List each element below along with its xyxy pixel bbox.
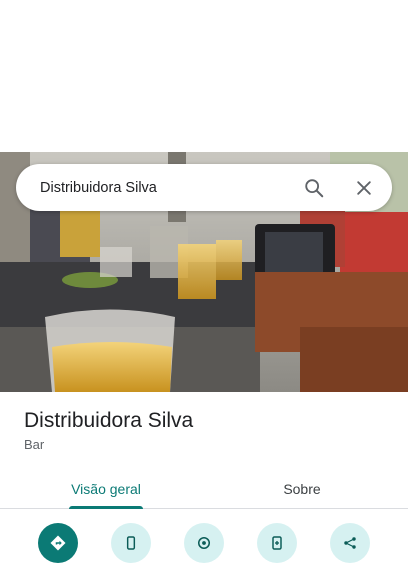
search-bar[interactable]: Distribuidora Silva [16, 164, 392, 211]
place-title: Distribuidora Silva [24, 409, 194, 432]
tab-about[interactable]: Sobre [230, 470, 374, 508]
tab-bar: Visão geral Sobre [0, 470, 408, 509]
place-category: Bar [24, 437, 45, 452]
tab-selected-indicator [69, 506, 143, 509]
location-arrow-icon [198, 537, 210, 549]
call-button[interactable] [111, 523, 151, 563]
search-input[interactable]: Distribuidora Silva [40, 180, 302, 196]
search-icon[interactable] [302, 176, 326, 200]
share-icon [344, 537, 356, 549]
save-contact-button[interactable] [257, 523, 297, 563]
save-phone-icon [272, 536, 282, 550]
phone-icon [126, 536, 136, 550]
location-button[interactable] [184, 523, 224, 563]
close-icon[interactable] [352, 176, 376, 200]
directions-icon [50, 535, 66, 551]
directions-button[interactable] [38, 523, 78, 563]
share-button[interactable] [330, 523, 370, 563]
tab-overview[interactable]: Visão geral [34, 470, 178, 508]
